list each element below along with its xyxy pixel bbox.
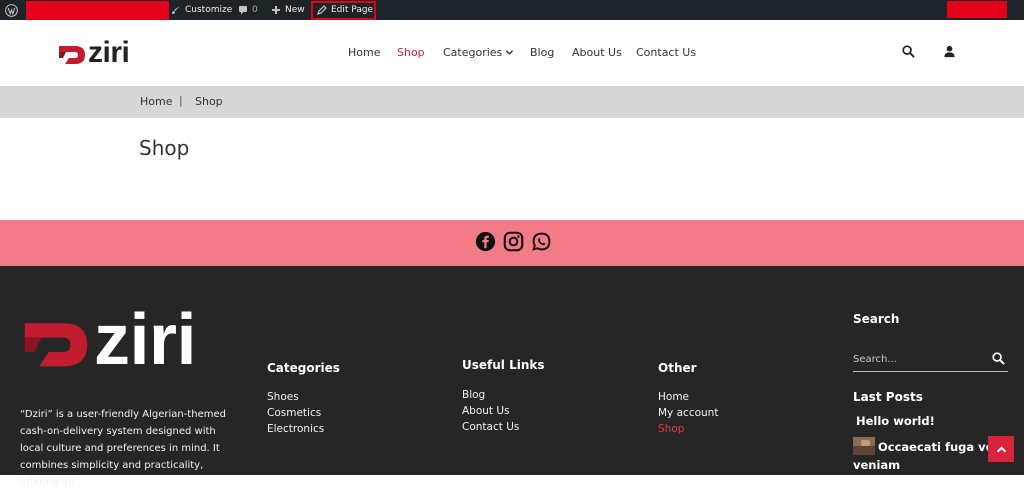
- nav-home-label: Home: [348, 46, 381, 59]
- social-bar: [0, 220, 1024, 266]
- main-nav: Home Shop Categories Blog About Us Conta…: [0, 20, 1024, 85]
- footer-other-heading: Other: [658, 361, 697, 375]
- breadcrumb-current: Shop: [195, 95, 223, 108]
- nav-shop-label: Shop: [397, 46, 425, 59]
- new-label: New: [285, 5, 305, 15]
- edit-page-label: Edit Page: [331, 5, 374, 15]
- header-account-button[interactable]: [943, 43, 956, 62]
- facebook-link[interactable]: [475, 231, 496, 256]
- footer-search-heading: Search: [853, 312, 900, 326]
- site-header: ziri Home Shop Categories Blog About Us …: [0, 20, 1024, 85]
- post-thumbnail-shade: [853, 446, 875, 455]
- comments-count: 0: [252, 5, 258, 15]
- post-link-occaecati-continued[interactable]: veniam: [853, 458, 900, 472]
- customize-label: Customize: [185, 5, 233, 15]
- nav-contact-us-label: Contact Us: [636, 46, 697, 59]
- dziri-logo-mark-icon: [24, 323, 88, 367]
- pencil-icon: [317, 5, 327, 15]
- footer-search-input[interactable]: [853, 351, 983, 367]
- footer-categories-heading: Categories: [267, 361, 340, 375]
- footer-link-home[interactable]: Home: [658, 391, 689, 403]
- chevron-up-icon: [996, 445, 1006, 452]
- redacted-user-name: [947, 1, 1007, 18]
- customize-link[interactable]: Customize: [171, 0, 232, 20]
- breadcrumb: Home | Shop: [0, 86, 1024, 118]
- instagram-icon: [503, 231, 524, 252]
- scroll-to-top-button[interactable]: [988, 436, 1014, 462]
- nav-categories[interactable]: Categories: [443, 46, 514, 59]
- post-thumbnail-highlight: [861, 440, 870, 446]
- chevron-down-icon: [506, 50, 514, 55]
- nav-blog-label: Blog: [530, 46, 555, 59]
- admin-bar: Customize 0 New Edit Page: [0, 0, 1024, 20]
- footer-link-shoes[interactable]: Shoes: [267, 391, 299, 403]
- nav-blog[interactable]: Blog: [530, 46, 554, 59]
- post-link-hello-world[interactable]: Hello world!: [856, 414, 935, 428]
- nav-home[interactable]: Home: [348, 46, 380, 59]
- plus-icon: [272, 6, 280, 14]
- breadcrumb-home[interactable]: Home: [140, 95, 172, 108]
- footer-logo[interactable]: ziri: [20, 300, 197, 380]
- whatsapp-icon: [532, 232, 551, 251]
- whatsapp-link[interactable]: [531, 231, 552, 256]
- post-thumbnail[interactable]: [853, 437, 875, 455]
- footer-useful-links-heading: Useful Links: [462, 358, 545, 372]
- footer-link-electronics[interactable]: Electronics: [267, 423, 324, 435]
- header-search-button[interactable]: [902, 43, 915, 62]
- footer-link-about-us[interactable]: About Us: [462, 405, 510, 417]
- footer-link-contact-us[interactable]: Contact Us: [462, 421, 519, 433]
- nav-categories-label: Categories: [443, 46, 503, 59]
- footer-search-button[interactable]: [992, 350, 1005, 369]
- post-link-occaecati[interactable]: Occaecati fuga volupt: [878, 440, 988, 454]
- new-link[interactable]: New: [271, 0, 305, 20]
- user-icon: [944, 45, 955, 58]
- wordpress-logo-icon[interactable]: [5, 0, 18, 20]
- comments-link[interactable]: 0: [238, 0, 258, 20]
- brush-icon: [172, 6, 180, 14]
- nav-shop[interactable]: Shop: [397, 46, 425, 59]
- footer-link-my-account[interactable]: My account: [658, 407, 718, 419]
- nav-contact-us[interactable]: Contact Us: [636, 46, 696, 59]
- site-footer: ziri “Dziri” is a user-friendly Algerian…: [0, 266, 1024, 488]
- search-icon: [992, 352, 1005, 365]
- footer-search-field: [853, 347, 1008, 372]
- comment-icon: [239, 6, 247, 15]
- facebook-icon: [475, 231, 496, 252]
- breadcrumb-separator: |: [179, 94, 183, 107]
- edit-page-link[interactable]: Edit Page: [317, 0, 373, 20]
- search-icon: [902, 45, 915, 58]
- footer-link-blog[interactable]: Blog: [462, 389, 485, 401]
- nav-about-us[interactable]: About Us: [572, 46, 622, 59]
- redacted-site-name: [26, 1, 169, 20]
- nav-about-us-label: About Us: [572, 46, 622, 59]
- footer-logo-text: ziri: [94, 300, 197, 380]
- instagram-link[interactable]: [503, 231, 524, 256]
- footer-about-text: “Dziri” is a user-friendly Algerian-them…: [20, 409, 226, 488]
- page-title: Shop: [139, 136, 190, 160]
- footer-link-shop[interactable]: Shop: [658, 423, 684, 435]
- footer-link-cosmetics[interactable]: Cosmetics: [267, 407, 321, 419]
- footer-last-posts-heading: Last Posts: [853, 390, 923, 404]
